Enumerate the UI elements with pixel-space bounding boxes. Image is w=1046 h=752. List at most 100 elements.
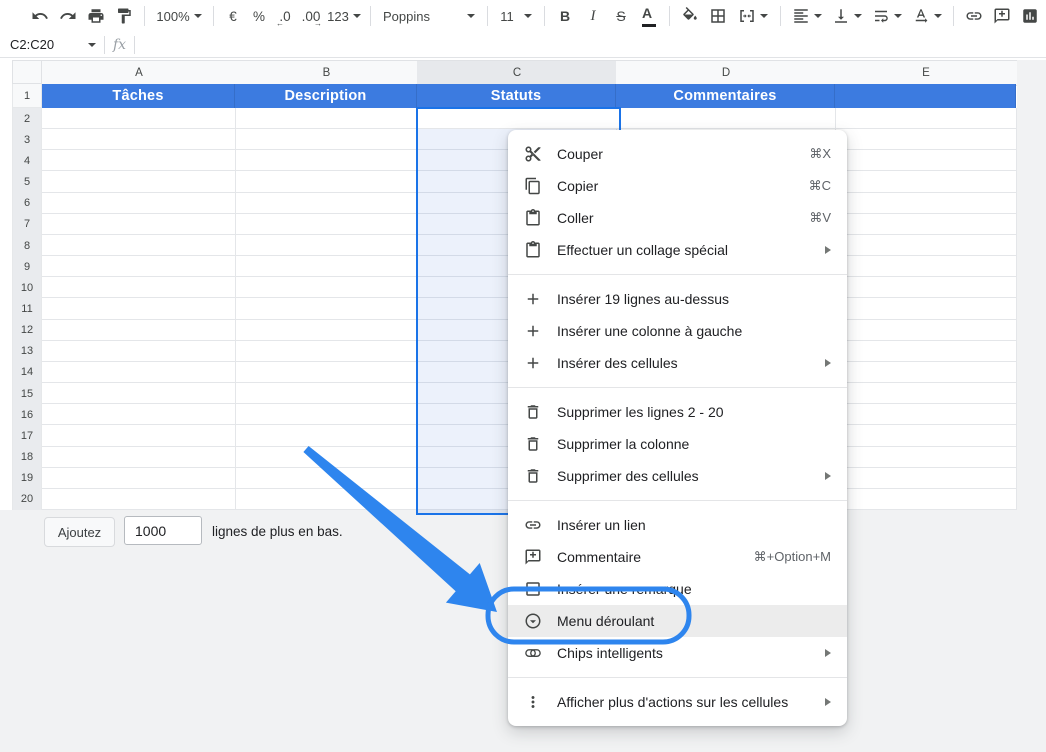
- menu-item[interactable]: Supprimer la colonne: [508, 428, 847, 460]
- font-size-select[interactable]: 11: [494, 9, 538, 24]
- row-header-19[interactable]: 19: [12, 468, 42, 490]
- horizontal-align-icon[interactable]: [787, 3, 827, 29]
- row-header-20[interactable]: 20: [12, 489, 42, 511]
- strikethrough-button[interactable]: S: [607, 3, 635, 29]
- menu-item[interactable]: Insérer des cellules: [508, 347, 847, 379]
- menu-item[interactable]: Copier⌘C: [508, 170, 847, 202]
- text-rotation-icon[interactable]: [907, 3, 947, 29]
- row-header-4[interactable]: 4: [12, 150, 42, 172]
- toolbar-divider: [780, 6, 781, 26]
- column-header-B[interactable]: B: [235, 60, 419, 86]
- borders-icon[interactable]: [704, 3, 732, 29]
- header-row-cell-C[interactable]: Statuts: [417, 84, 616, 108]
- chevron-down-icon: [88, 43, 96, 47]
- header-row-cell-D[interactable]: Commentaires: [616, 84, 835, 108]
- header-row-cell-B[interactable]: Description: [235, 84, 417, 108]
- toolbar-divider: [669, 6, 670, 26]
- menu-item[interactable]: Supprimer les lignes 2 - 20: [508, 396, 847, 428]
- menu-section: Couper⌘XCopier⌘CColler⌘VEffectuer un col…: [508, 130, 847, 274]
- font-select[interactable]: Poppins: [377, 9, 481, 24]
- row-header-1[interactable]: 1: [12, 84, 42, 108]
- row-header-9[interactable]: 9: [12, 256, 42, 278]
- chevron-down-icon: [854, 14, 862, 18]
- row-header-18[interactable]: 18: [12, 447, 42, 469]
- row-header-15[interactable]: 15: [12, 383, 42, 405]
- row-header-16[interactable]: 16: [12, 404, 42, 426]
- italic-button[interactable]: I: [579, 3, 607, 29]
- insert-chart-icon[interactable]: [1016, 3, 1044, 29]
- menu-item[interactable]: Effectuer un collage spécial: [508, 234, 847, 266]
- zoom-select[interactable]: 100%: [151, 3, 207, 29]
- row-header-6[interactable]: 6: [12, 193, 42, 215]
- chevron-down-icon: [814, 14, 822, 18]
- name-box[interactable]: C2:C20: [0, 37, 96, 52]
- context-menu: Couper⌘XCopier⌘CColler⌘VEffectuer un col…: [508, 130, 847, 726]
- add-rows-suffix-label: lignes de plus en bas.: [212, 524, 343, 539]
- insert-comment-icon[interactable]: [988, 3, 1016, 29]
- header-row-cell-A[interactable]: Tâches: [42, 84, 235, 108]
- print-icon[interactable]: [82, 3, 110, 29]
- menu-section: Afficher plus d'actions sur les cellules: [508, 678, 847, 726]
- menu-item-label: Commentaire: [557, 549, 742, 565]
- fx-icon: fx: [113, 37, 126, 53]
- column-header-A[interactable]: A: [42, 60, 237, 86]
- row-header-17[interactable]: 17: [12, 425, 42, 447]
- submenu-arrow-icon: [825, 698, 831, 706]
- decrease-decimal-button[interactable]: .0←: [272, 9, 298, 24]
- menu-section: Supprimer les lignes 2 - 20Supprimer la …: [508, 388, 847, 500]
- menu-item[interactable]: Couper⌘X: [508, 138, 847, 170]
- row-header-13[interactable]: 13: [12, 341, 42, 363]
- column-header-D[interactable]: D: [616, 60, 837, 86]
- undo-icon[interactable]: [26, 3, 54, 29]
- menu-item-label: Insérer une remarque: [557, 581, 831, 597]
- active-cell[interactable]: [418, 109, 619, 129]
- menu-item[interactable]: Insérer 19 lignes au-dessus: [508, 283, 847, 315]
- merge-cells-icon[interactable]: [732, 3, 774, 29]
- menu-item-shortcut: ⌘X: [809, 146, 831, 162]
- header-row-cell-E[interactable]: [835, 84, 1016, 108]
- row-header-5[interactable]: 5: [12, 171, 42, 193]
- more-formats-button[interactable]: 123: [324, 3, 364, 29]
- fill-color-icon[interactable]: [676, 3, 704, 29]
- row-header-10[interactable]: 10: [12, 277, 42, 299]
- column-header-E[interactable]: E: [835, 60, 1018, 86]
- row-header-12[interactable]: 12: [12, 320, 42, 342]
- sheet-corner-box[interactable]: [12, 60, 42, 84]
- grid-vline: [235, 108, 236, 510]
- redo-icon[interactable]: [54, 3, 82, 29]
- formula-bar: C2:C20 fx: [0, 32, 1046, 58]
- format-currency-button[interactable]: €: [220, 9, 246, 24]
- toolbar-divider: [370, 6, 371, 26]
- menu-item[interactable]: Menu déroulant: [508, 605, 847, 637]
- submenu-arrow-icon: [825, 246, 831, 254]
- menu-item[interactable]: Chips intelligents: [508, 637, 847, 669]
- row-header-8[interactable]: 8: [12, 235, 42, 257]
- row-header-2[interactable]: 2: [12, 108, 42, 130]
- paint-format-icon[interactable]: [110, 3, 138, 29]
- row-header-11[interactable]: 11: [12, 298, 42, 320]
- add-rows-count-input[interactable]: [124, 516, 202, 545]
- menu-item[interactable]: Afficher plus d'actions sur les cellules: [508, 686, 847, 718]
- row-header-7[interactable]: 7: [12, 214, 42, 236]
- add-rows-button[interactable]: Ajoutez: [44, 517, 115, 547]
- insert-link-icon[interactable]: [960, 3, 988, 29]
- format-percent-button[interactable]: %: [246, 9, 272, 24]
- increase-decimal-button[interactable]: .00→: [298, 9, 324, 24]
- row-header-14[interactable]: 14: [12, 362, 42, 384]
- text-color-button[interactable]: A: [635, 3, 663, 29]
- bold-button[interactable]: B: [551, 3, 579, 29]
- menu-item[interactable]: Coller⌘V: [508, 202, 847, 234]
- menu-item[interactable]: Insérer une colonne à gauche: [508, 315, 847, 347]
- menu-item[interactable]: Commentaire⌘+Option+M: [508, 541, 847, 573]
- plus-icon: [524, 354, 542, 372]
- vertical-align-icon[interactable]: [827, 3, 867, 29]
- submenu-arrow-icon: [825, 472, 831, 480]
- menu-item[interactable]: Supprimer des cellules: [508, 460, 847, 492]
- formula-input[interactable]: [143, 32, 1046, 57]
- text-wrap-icon[interactable]: [867, 3, 907, 29]
- column-header-C[interactable]: C: [417, 60, 618, 86]
- menu-item[interactable]: Insérer une remarque: [508, 573, 847, 605]
- menu-item[interactable]: Insérer un lien: [508, 509, 847, 541]
- row-header-3[interactable]: 3: [12, 129, 42, 151]
- trash-icon: [524, 403, 542, 421]
